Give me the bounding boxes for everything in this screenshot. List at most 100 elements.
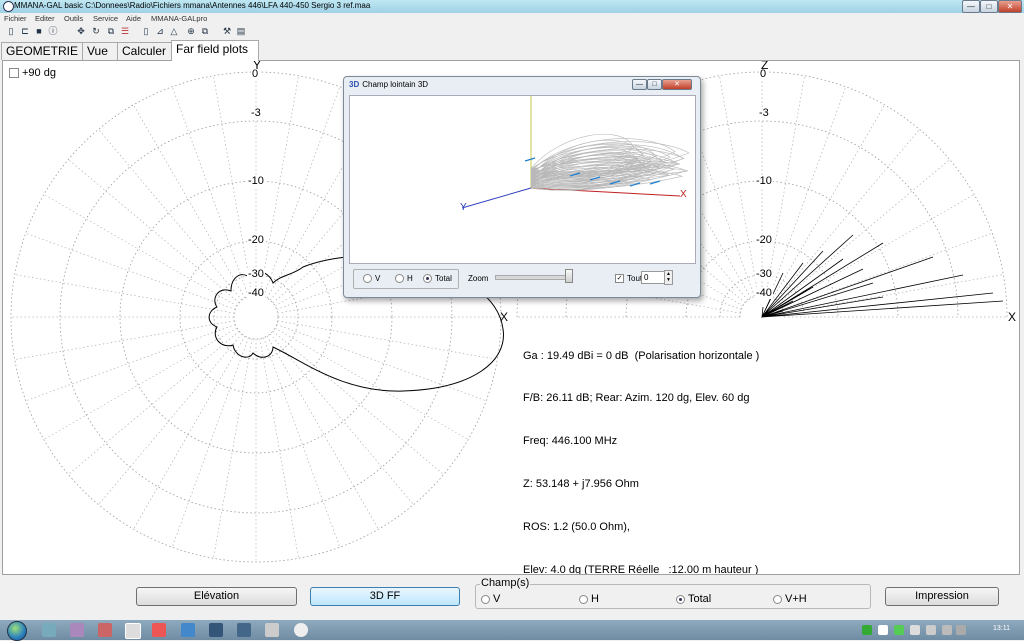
- radio-total[interactable]: [423, 274, 432, 284]
- triangle-icon[interactable]: △: [169, 26, 179, 36]
- app-icon[interactable]: [237, 623, 251, 637]
- menu-service[interactable]: Service: [93, 14, 118, 23]
- readout-elevation: Elev: 4.0 dg (TERRE Réelle :12.00 m haut…: [523, 564, 759, 575]
- print-button[interactable]: Impression: [885, 587, 999, 606]
- browser-icon[interactable]: [181, 623, 195, 637]
- option-total[interactable]: Total: [423, 274, 452, 284]
- zoom-slider-thumb[interactable]: [565, 269, 573, 283]
- champs-option-vh[interactable]: V+H: [773, 593, 807, 605]
- copy-icon[interactable]: ⧉: [106, 26, 116, 36]
- save-icon[interactable]: ■: [34, 26, 44, 36]
- duplicate-icon[interactable]: ⧉: [200, 26, 210, 36]
- tool-icon[interactable]: [209, 623, 223, 637]
- far-field-3d-window[interactable]: 3D Champ lointain 3D — □ ✕ Y X V H Total …: [343, 76, 701, 298]
- champs-group: Champ(s) V H Total V+H: [475, 577, 871, 609]
- win3d-close-button[interactable]: ✕: [662, 79, 692, 90]
- tray-shield-icon[interactable]: [862, 625, 872, 635]
- minimize-button[interactable]: —: [962, 0, 980, 13]
- wire-icon[interactable]: ☰: [120, 26, 130, 36]
- tray-flag-icon[interactable]: [926, 625, 936, 635]
- zoom-slider-track[interactable]: [495, 275, 573, 280]
- elevation-button[interactable]: Elévation: [136, 587, 297, 606]
- menu-fichier[interactable]: Fichier: [4, 14, 27, 23]
- menu-aide[interactable]: Aide: [126, 14, 141, 23]
- champs-radio-vh[interactable]: [773, 594, 782, 604]
- win3d-maximize-button[interactable]: □: [647, 79, 662, 90]
- readout-impedance: Z: 53.148 + j7.956 Ohm: [523, 478, 639, 491]
- taskbar: 13:11: [0, 620, 1024, 641]
- readout-swr: ROS: 1.2 (50.0 Ohm),: [523, 521, 630, 534]
- champs-option-h[interactable]: H: [579, 593, 599, 605]
- 3d-render-canvas[interactable]: Y X: [349, 95, 696, 264]
- window-title: MMANA-GAL basic C:\Donnees\Radio\Fichier…: [14, 1, 371, 10]
- media-icon[interactable]: [152, 623, 166, 637]
- tout-spinner[interactable]: ▲ ▼: [664, 270, 673, 285]
- axis-x-label-left: X: [500, 310, 509, 324]
- axis-y-label: Y: [253, 60, 262, 72]
- page-icon[interactable]: ▯: [141, 26, 151, 36]
- plus90-label: +90 dg: [22, 67, 56, 79]
- tray-chart-icon[interactable]: [878, 625, 888, 635]
- champs-option-v[interactable]: V: [481, 593, 500, 605]
- tout-label: Tout: [627, 274, 643, 283]
- edit-icon[interactable]: ⊿: [155, 26, 165, 36]
- radio-h[interactable]: [395, 274, 404, 284]
- new-icon[interactable]: ▯: [6, 26, 16, 36]
- axis-3d-x-label: X: [680, 189, 687, 200]
- tray-signal-icon[interactable]: [956, 625, 966, 635]
- tab-vue[interactable]: Vue: [82, 42, 119, 60]
- tab-geometrie[interactable]: GEOMETRIE: [1, 42, 84, 60]
- menu-editer[interactable]: Editer: [35, 14, 55, 23]
- menu-mmana-galpro[interactable]: MMANA-GALpro: [151, 14, 207, 23]
- win3d-minimize-button[interactable]: —: [632, 79, 647, 90]
- maximize-button[interactable]: □: [980, 0, 998, 13]
- win3d-title-text: Champ lointain 3D: [362, 80, 429, 89]
- tray-volume-icon[interactable]: [942, 625, 952, 635]
- champs-option-total[interactable]: Total: [676, 593, 711, 605]
- radio-v[interactable]: [363, 274, 372, 284]
- clock: 13:11: [993, 625, 1010, 632]
- 3d-pattern: [461, 96, 690, 209]
- champs-radio-total[interactable]: [676, 594, 685, 604]
- close-button[interactable]: ✕: [998, 0, 1022, 13]
- paint-icon[interactable]: [125, 623, 141, 639]
- tick-left-20: -20: [247, 234, 265, 246]
- axis-z-label: Z: [761, 60, 769, 72]
- app2-icon[interactable]: [265, 623, 279, 637]
- zoom-label: Zoom: [468, 274, 489, 283]
- option-v[interactable]: V: [363, 274, 380, 284]
- table-icon[interactable]: ▤: [236, 26, 246, 36]
- tout-checkbox[interactable]: ✓ Tout: [615, 274, 643, 284]
- title-bar: MMANA-GAL basic C:\Donnees\Radio\Fichier…: [0, 0, 1024, 13]
- menu-outils[interactable]: Outils: [64, 14, 83, 23]
- tout-value-input[interactable]: 0: [641, 271, 665, 284]
- 3d-ff-button[interactable]: 3D FF: [310, 587, 460, 606]
- explorer-icon[interactable]: [42, 623, 56, 637]
- tray-network-icon[interactable]: [910, 625, 920, 635]
- tab-far-field-plots[interactable]: Far field plots: [171, 40, 259, 61]
- recycle-icon[interactable]: [98, 623, 112, 637]
- app-icon[interactable]: [3, 1, 14, 12]
- open-icon[interactable]: ⊏: [20, 26, 30, 36]
- champs-vh-label: V+H: [785, 593, 807, 605]
- rotate-icon[interactable]: ↻: [91, 26, 101, 36]
- tools-icon[interactable]: ⚒: [222, 26, 232, 36]
- champs-radio-h[interactable]: [579, 594, 588, 604]
- axis-x-label-right: X: [1008, 310, 1017, 324]
- axis-3d-y-label: Y: [460, 202, 467, 213]
- readout-gain: Ga : 19.49 dBi = 0 dB (Polarisation hori…: [523, 349, 760, 362]
- plus90-checkbox[interactable]: +90 dg: [9, 67, 56, 79]
- move-icon[interactable]: ✥: [76, 26, 86, 36]
- info-icon[interactable]: ⓘ: [48, 26, 58, 36]
- circle-target-icon[interactable]: ⊕: [186, 26, 196, 36]
- tout-checkbox-box[interactable]: ✓: [615, 274, 624, 284]
- menu-bar: Fichier Editer Outils Service Aide MMANA…: [0, 13, 1024, 24]
- option-h[interactable]: H: [395, 274, 413, 284]
- champs-radio-v[interactable]: [481, 594, 490, 604]
- tab-calculer[interactable]: Calculer: [117, 42, 173, 60]
- library-icon[interactable]: [70, 623, 84, 637]
- start-button[interactable]: [7, 621, 27, 641]
- mmana-icon[interactable]: [294, 623, 308, 637]
- checkbox-box[interactable]: [9, 68, 19, 79]
- tray-app-icon[interactable]: [894, 625, 904, 635]
